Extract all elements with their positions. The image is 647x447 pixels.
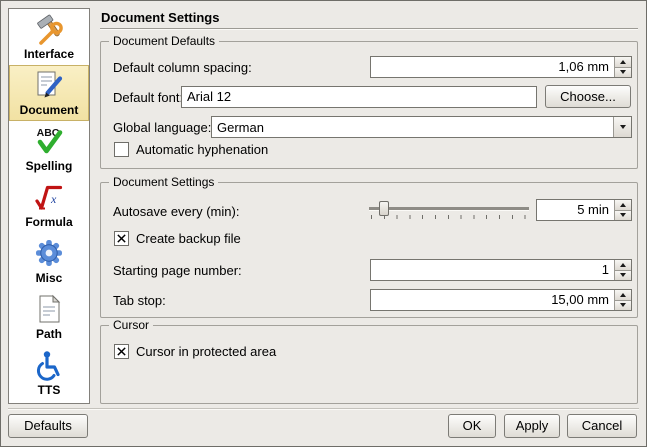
create-backup-label: Create backup file — [136, 231, 241, 246]
arrow-up-icon — [620, 203, 626, 207]
arrow-down-icon — [620, 213, 626, 217]
arrow-up-icon — [620, 60, 626, 64]
spin-buttons — [614, 57, 631, 77]
file-path-icon — [33, 293, 65, 325]
starting-page-spinbox[interactable]: 1 — [370, 259, 632, 281]
spin-up-button[interactable] — [615, 200, 631, 211]
group-document-settings: Document Settings Autosave every (min): … — [100, 182, 638, 318]
tools-icon — [33, 13, 65, 45]
choose-font-button[interactable]: Choose... — [545, 85, 631, 108]
spin-buttons — [614, 290, 631, 310]
spin-up-button[interactable] — [615, 260, 631, 271]
document-settings-dialog: Interface Document ABC Spelling — [0, 0, 647, 447]
slider-groove[interactable] — [369, 207, 529, 211]
automatic-hyphenation-label: Automatic hyphenation — [136, 142, 268, 157]
arrow-down-icon — [620, 303, 626, 307]
group-document-defaults: Document Defaults Default column spacing… — [100, 41, 638, 169]
starting-page-label: Starting page number: — [113, 263, 242, 278]
cursor-protected-row[interactable]: Cursor in protected area — [114, 344, 276, 359]
document-edit-icon — [33, 69, 65, 101]
arrow-down-icon — [620, 70, 626, 74]
tab-stop-label: Tab stop: — [113, 293, 166, 308]
sidebar-item-tts[interactable]: TTS — [9, 345, 89, 401]
autosave-label: Autosave every (min): — [113, 204, 239, 219]
column-spacing-label: Default column spacing: — [113, 60, 252, 75]
spin-up-button[interactable] — [615, 57, 631, 68]
sidebar-item-label: Formula — [25, 215, 72, 229]
ok-button[interactable]: OK — [448, 414, 496, 438]
spin-down-button[interactable] — [615, 211, 631, 221]
slider-thumb[interactable] — [379, 201, 389, 216]
sidebar-item-label: Path — [36, 327, 62, 341]
global-language-value: German — [212, 120, 613, 135]
global-language-label: Global language: — [113, 120, 211, 135]
sidebar-item-interface[interactable]: Interface — [9, 9, 89, 65]
column-spacing-spinbox[interactable]: 1,06 mm — [370, 56, 632, 78]
chevron-down-icon — [613, 117, 631, 137]
sidebar-item-label: Misc — [36, 271, 63, 285]
default-font-field[interactable]: Arial 12 — [181, 86, 537, 108]
sidebar-item-path[interactable]: Path — [9, 289, 89, 345]
create-backup-row[interactable]: Create backup file — [114, 231, 241, 246]
tab-stop-value[interactable]: 15,00 mm — [371, 290, 614, 310]
arrow-up-icon — [620, 293, 626, 297]
group-title: Cursor — [109, 318, 153, 332]
check-x-icon — [116, 233, 127, 244]
group-title: Document Defaults — [109, 34, 219, 48]
cursor-protected-checkbox[interactable] — [114, 344, 129, 359]
page-title: Document Settings — [101, 10, 219, 25]
automatic-hyphenation-row[interactable]: Automatic hyphenation — [114, 142, 268, 157]
sidebar-item-spelling[interactable]: ABC Spelling — [9, 121, 89, 177]
sidebar-item-misc[interactable]: Misc — [9, 233, 89, 289]
autosave-spinbox[interactable]: 5 min — [536, 199, 632, 221]
footer-divider — [8, 408, 639, 410]
autosave-value[interactable]: 5 min — [537, 200, 614, 220]
create-backup-checkbox[interactable] — [114, 231, 129, 246]
group-title: Document Settings — [109, 175, 218, 189]
sidebar-item-formula[interactable]: x Formula — [9, 177, 89, 233]
sidebar-item-label: Spelling — [26, 159, 73, 173]
formula-icon: x — [33, 181, 65, 213]
sidebar-item-label: TTS — [38, 383, 61, 397]
group-cursor: Cursor Cursor in protected area — [100, 325, 638, 404]
spin-up-button[interactable] — [615, 290, 631, 301]
apply-button[interactable]: Apply — [504, 414, 560, 438]
defaults-button[interactable]: Defaults — [8, 414, 88, 438]
spin-buttons — [614, 200, 631, 220]
gear-icon — [33, 237, 65, 269]
slider-ticks — [371, 215, 527, 219]
default-font-label: Default font: — [113, 90, 183, 105]
svg-text:x: x — [50, 192, 57, 206]
starting-page-value[interactable]: 1 — [371, 260, 614, 280]
sidebar-item-document[interactable]: Document — [9, 65, 89, 121]
arrow-up-icon — [620, 263, 626, 267]
sidebar-item-label: Document — [20, 103, 79, 117]
spin-down-button[interactable] — [615, 271, 631, 281]
accessibility-icon — [33, 349, 65, 381]
automatic-hyphenation-checkbox[interactable] — [114, 142, 129, 157]
header-divider — [100, 28, 638, 30]
tab-stop-spinbox[interactable]: 15,00 mm — [370, 289, 632, 311]
spin-down-button[interactable] — [615, 68, 631, 78]
spin-down-button[interactable] — [615, 301, 631, 311]
cancel-button[interactable]: Cancel — [567, 414, 637, 438]
spin-buttons — [614, 260, 631, 280]
spellcheck-icon: ABC — [33, 125, 65, 157]
column-spacing-value[interactable]: 1,06 mm — [371, 57, 614, 77]
global-language-dropdown[interactable]: German — [211, 116, 632, 138]
arrow-down-icon — [620, 273, 626, 277]
cursor-protected-label: Cursor in protected area — [136, 344, 276, 359]
autosave-slider[interactable] — [369, 200, 529, 220]
check-x-icon — [116, 346, 127, 357]
settings-category-list: Interface Document ABC Spelling — [8, 8, 90, 404]
sidebar-item-label: Interface — [24, 47, 74, 61]
